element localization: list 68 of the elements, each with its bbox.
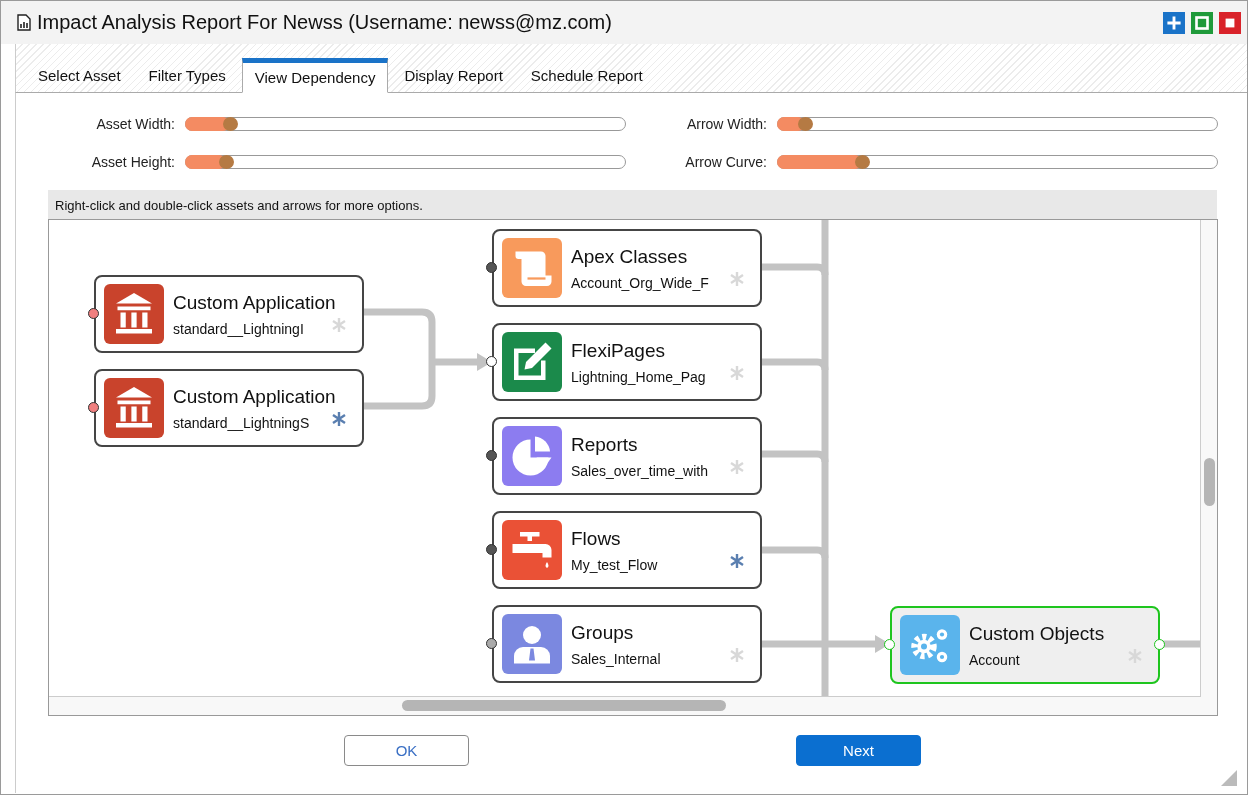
asset-node[interactable]: Apex Classes Account_Org_Wide_F xyxy=(492,229,762,307)
asset-node[interactable]: Groups Sales_Internal xyxy=(492,605,762,683)
asset-node[interactable]: FlexiPages Lightning_Home_Pag xyxy=(492,323,762,401)
port-dot[interactable] xyxy=(1154,639,1165,650)
asset-type: Groups xyxy=(571,621,635,644)
tab[interactable]: View Dependency xyxy=(241,58,389,93)
asset-node[interactable]: Custom Application standard__LightningI xyxy=(94,275,364,353)
add-icon[interactable] xyxy=(1163,11,1185,34)
port-dot[interactable] xyxy=(88,308,99,319)
asset-node[interactable]: Custom Application standard__LightningS xyxy=(94,369,364,447)
port-dot[interactable] xyxy=(884,639,895,650)
slider-label: Arrow Curve: xyxy=(684,154,767,170)
asset-name: standard__LightningS xyxy=(173,414,311,431)
person-icon xyxy=(502,614,562,674)
port-dot[interactable] xyxy=(486,262,497,273)
port-dot[interactable] xyxy=(486,544,497,555)
close-icon[interactable] xyxy=(1219,11,1241,34)
report-icon xyxy=(17,14,31,31)
slider-track[interactable] xyxy=(777,117,1218,131)
scrollbar-thumb[interactable] xyxy=(1204,458,1215,506)
slider-label: Asset Width: xyxy=(95,116,175,132)
pie-chart-icon xyxy=(502,426,562,486)
asset-node[interactable]: Reports Sales_over_time_with xyxy=(492,417,762,495)
asset-node[interactable]: Flows My_test_Flow xyxy=(492,511,762,589)
slider-track[interactable] xyxy=(185,117,626,131)
tab[interactable]: Filter Types xyxy=(136,59,238,92)
asset-name: My_test_Flow xyxy=(571,556,658,573)
slider-label: Arrow Width: xyxy=(685,116,767,132)
asset-name: Lightning_Home_Pag xyxy=(571,368,706,385)
maximize-icon[interactable] xyxy=(1191,11,1213,34)
asset-name: Sales_Internal xyxy=(571,650,661,667)
port-dot[interactable] xyxy=(88,402,99,413)
slider-track[interactable] xyxy=(185,155,626,169)
tab[interactable]: Schedule Report xyxy=(518,59,655,92)
hint-text: Right-click and double-click assets and arrows for more options. xyxy=(48,190,1217,219)
next-button[interactable]: Next xyxy=(796,735,921,766)
faucet-icon xyxy=(502,520,562,580)
slider-track[interactable] xyxy=(777,155,1218,169)
asset-name: Account_Org_Wide_F xyxy=(571,274,709,291)
asset-node[interactable]: Custom Objects Account xyxy=(890,606,1160,684)
columns-icon xyxy=(104,284,164,344)
gears-icon xyxy=(900,615,960,675)
slider-label: Asset Height: xyxy=(90,154,175,170)
scrollbar-thumb[interactable] xyxy=(402,700,726,711)
asset-type: Custom Application xyxy=(173,291,336,314)
tab[interactable]: Display Report xyxy=(392,59,515,92)
asset-type: Reports xyxy=(571,433,639,456)
port-dot[interactable] xyxy=(486,450,497,461)
asset-type: Custom Application xyxy=(173,385,336,408)
columns-icon xyxy=(104,378,164,438)
asset-type: Apex Classes xyxy=(571,245,689,268)
port-dot[interactable] xyxy=(486,638,497,649)
slider-thumb[interactable] xyxy=(223,117,239,131)
port-dot[interactable] xyxy=(486,356,497,367)
tab[interactable]: Select Asset xyxy=(26,59,133,92)
asset-type: FlexiPages xyxy=(571,339,666,362)
edit-icon xyxy=(502,332,562,392)
asset-type: Flows xyxy=(571,527,622,550)
asset-name: Account xyxy=(969,651,1021,668)
asset-type: Custom Objects xyxy=(969,622,1105,645)
ok-button[interactable]: OK xyxy=(344,735,469,766)
scroll-icon xyxy=(502,238,562,298)
asset-name: Sales_over_time_with xyxy=(571,462,708,479)
window-title: Impact Analysis Report For Newss (Username: newss@mz.com) xyxy=(37,11,613,34)
asset-name: standard__LightningI xyxy=(173,320,305,337)
resize-grip-icon[interactable] xyxy=(1221,770,1237,786)
asterisk-icon[interactable] xyxy=(331,411,347,427)
asterisk-icon[interactable] xyxy=(729,553,745,569)
